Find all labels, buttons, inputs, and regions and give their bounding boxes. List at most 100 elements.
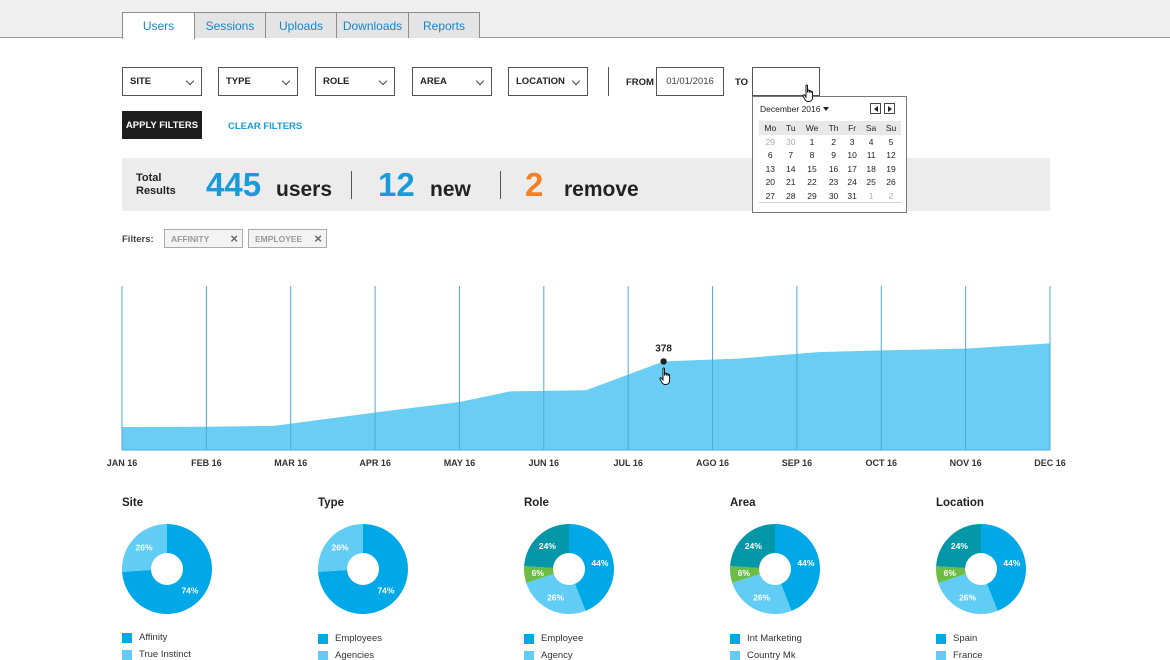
calendar-day[interactable]: 7 bbox=[782, 149, 800, 163]
calendar-day[interactable]: 11 bbox=[861, 149, 881, 163]
legend-item: True Instinct bbox=[122, 649, 191, 660]
calendar-day[interactable]: 17 bbox=[843, 162, 861, 176]
remove-word: remove bbox=[564, 178, 639, 201]
legend-item: Affinity bbox=[122, 632, 167, 643]
calendar-day[interactable]: 2 bbox=[824, 135, 843, 149]
legend-label: Agency bbox=[541, 650, 573, 660]
calendar-day[interactable]: 26 bbox=[881, 176, 901, 190]
x-tick-label: JUL 16 bbox=[614, 458, 643, 468]
total-results-label: Total Results bbox=[136, 172, 176, 198]
calendar-day[interactable]: 10 bbox=[843, 149, 861, 163]
calendar-weekday: Tu bbox=[781, 121, 800, 135]
calendar-day[interactable]: 23 bbox=[824, 176, 843, 190]
calendar-day[interactable]: 28 bbox=[781, 189, 800, 203]
calendar-day[interactable]: 15 bbox=[800, 162, 824, 176]
users-count: 445 bbox=[206, 166, 262, 203]
hand-cursor-icon bbox=[802, 84, 814, 102]
calendar-day[interactable]: 2 bbox=[881, 189, 901, 203]
calendar-day[interactable]: 6 bbox=[759, 149, 782, 163]
calendar-day[interactable]: 13 bbox=[759, 162, 782, 176]
donut-percent-label: 24% bbox=[951, 541, 968, 551]
calendar-day[interactable]: 25 bbox=[861, 176, 881, 190]
tab-uploads[interactable]: Uploads bbox=[265, 12, 337, 38]
close-icon[interactable]: × bbox=[230, 231, 238, 246]
filter-chip-affinity: AFFINITY × bbox=[164, 229, 243, 248]
legend-swatch bbox=[318, 633, 328, 644]
calendar-day[interactable]: 30 bbox=[782, 135, 800, 149]
remove-count: 2 bbox=[525, 166, 544, 203]
tab-reports[interactable]: Reports bbox=[408, 12, 480, 38]
caret-down-icon bbox=[823, 107, 830, 111]
calendar-day[interactable]: 3 bbox=[843, 135, 861, 149]
legend-label: Employees bbox=[335, 633, 382, 644]
role-donut-chart: 44% 26% 6% 24% bbox=[524, 524, 614, 614]
calendar-weekday: Mo bbox=[759, 121, 782, 135]
tab-users[interactable]: Users bbox=[122, 12, 195, 39]
calendar-day[interactable]: 9 bbox=[824, 149, 843, 163]
calendar-day[interactable]: 20 bbox=[759, 176, 782, 190]
calendar-day[interactable]: 4 bbox=[861, 135, 881, 149]
legend-swatch bbox=[936, 633, 946, 644]
legend-label: Country Mk bbox=[747, 650, 796, 660]
calendar-day[interactable]: 19 bbox=[881, 162, 901, 176]
calendar-day[interactable]: 30 bbox=[824, 189, 844, 203]
legend-item: Country Mk bbox=[730, 650, 796, 660]
apply-filters-button[interactable]: APPLY FILTERS bbox=[122, 111, 202, 139]
calendar-day[interactable]: 21 bbox=[782, 176, 800, 190]
clear-filters-link[interactable]: CLEAR FILTERS bbox=[228, 121, 302, 132]
calendar-day[interactable]: 31 bbox=[843, 189, 862, 203]
site-donut-chart: 74% 26% bbox=[122, 524, 212, 614]
legend-label: Spain bbox=[953, 633, 978, 644]
prev-month-button[interactable] bbox=[870, 103, 881, 114]
from-label: FROM bbox=[626, 77, 654, 88]
calendar-day[interactable]: 1 bbox=[800, 135, 824, 149]
donut-title-site: Site bbox=[122, 497, 144, 509]
calendar-day[interactable]: 29 bbox=[759, 135, 782, 149]
role-select[interactable]: ROLE bbox=[315, 67, 395, 96]
calendar-day[interactable]: 14 bbox=[782, 162, 800, 176]
type-donut-chart: 74% 26% bbox=[318, 524, 408, 614]
location-select[interactable]: LOCATION bbox=[508, 67, 588, 96]
area-select[interactable]: AREA bbox=[412, 67, 492, 96]
users-word: users bbox=[276, 178, 333, 201]
next-month-button[interactable] bbox=[884, 103, 895, 114]
calendar-day[interactable]: 12 bbox=[881, 149, 901, 163]
calendar-day[interactable]: 8 bbox=[800, 149, 824, 163]
donut-percent-label: 44% bbox=[797, 558, 814, 568]
legend-item: Agencies bbox=[318, 650, 374, 660]
donut-percent-label: 74% bbox=[377, 586, 394, 596]
calendar-day[interactable]: 24 bbox=[843, 176, 861, 190]
legend-item: Int Marketing bbox=[730, 633, 802, 644]
type-select[interactable]: TYPE bbox=[218, 67, 298, 96]
calendar-day[interactable]: 1 bbox=[861, 189, 882, 203]
calendar-day[interactable]: 16 bbox=[824, 162, 843, 176]
donut-percent-label: 26% bbox=[547, 593, 564, 603]
chart-highlight-point[interactable] bbox=[660, 358, 667, 365]
close-icon[interactable]: × bbox=[314, 231, 322, 246]
donut-title-location: Location bbox=[936, 497, 984, 509]
calendar-day[interactable]: 18 bbox=[861, 162, 881, 176]
x-tick-label: SEP 16 bbox=[782, 458, 812, 468]
calendar-day[interactable]: 27 bbox=[759, 189, 782, 203]
donut-percent-label: 44% bbox=[1003, 558, 1020, 568]
users-area-chart: JAN 16 FEB 16 MAR 16 APR 16 MAY 16 JUN 16 JUL … bbox=[107, 286, 1066, 468]
new-word: new bbox=[430, 178, 471, 201]
donut-percent-label: 6% bbox=[532, 568, 545, 578]
calendar-day[interactable]: 22 bbox=[800, 176, 824, 190]
site-select[interactable]: SITE bbox=[122, 67, 202, 96]
donut-percent-label: 26% bbox=[136, 542, 153, 552]
calendar-month-select[interactable]: December 2016 bbox=[760, 104, 830, 114]
donut-percent-label: 74% bbox=[181, 586, 198, 596]
calendar-day[interactable]: 5 bbox=[881, 135, 901, 149]
summary-divider bbox=[351, 171, 352, 199]
from-date-field[interactable]: 01/01/2016 bbox=[656, 67, 724, 96]
filter-chip-label: EMPLOYEE bbox=[255, 233, 303, 244]
total-label-line1: Total bbox=[136, 172, 162, 184]
active-filters-label: Filters: bbox=[122, 234, 154, 245]
tab-downloads[interactable]: Downloads bbox=[336, 12, 409, 38]
calendar-weekday: Sa bbox=[861, 121, 882, 135]
legend-label: Int Marketing bbox=[747, 633, 802, 644]
area-select-label: AREA bbox=[420, 76, 447, 87]
calendar-day[interactable]: 29 bbox=[799, 189, 825, 203]
tab-sessions[interactable]: Sessions bbox=[194, 12, 266, 38]
